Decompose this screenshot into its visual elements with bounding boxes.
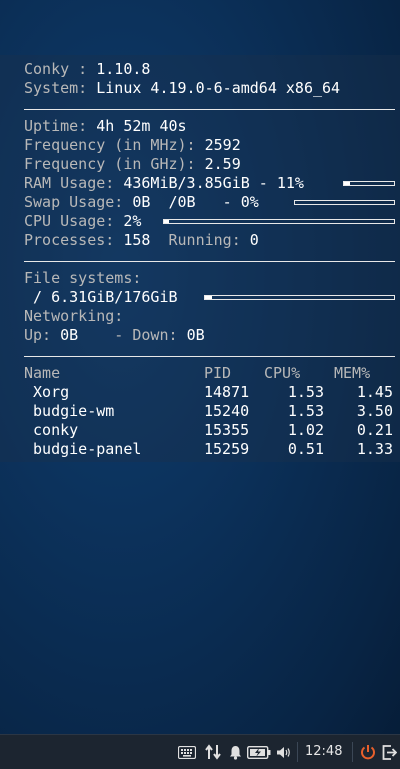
process-cpu: 0.51 xyxy=(287,440,324,458)
system-label: System: xyxy=(24,79,97,97)
process-mem: 1.33 xyxy=(356,440,393,458)
cpu-usage-fill xyxy=(164,220,169,223)
net-updown-line: Up: 0B - Down: 0B xyxy=(24,326,205,345)
processes-line: Processes: 158 Running: 0 xyxy=(24,231,259,250)
panel-separator xyxy=(352,742,353,762)
battery-icon[interactable] xyxy=(246,735,272,769)
fs-usage-bar xyxy=(204,295,395,300)
process-pid: 15355 xyxy=(204,421,250,439)
keyboard-icon[interactable] xyxy=(176,735,198,769)
system-value: Linux 4.19.0-6-amd64 x86_64 xyxy=(96,79,341,97)
processes-label: Processes: xyxy=(24,231,124,249)
ram-value: 436MiB/3.85GiB - 11% xyxy=(123,174,304,192)
process-name: budgie-wm xyxy=(24,402,115,420)
fs-label: File systems: xyxy=(24,269,142,287)
process-mem: 3.50 xyxy=(356,402,393,420)
fs-label-line: File systems: xyxy=(24,269,141,288)
down-value: 0B xyxy=(186,326,205,344)
running-value: 0 xyxy=(249,231,259,249)
cpu-usage-bar xyxy=(163,219,395,224)
process-cpu: 1.53 xyxy=(287,402,324,420)
running-label: Running: xyxy=(150,231,250,249)
swap-value: 0B /0B - 0% xyxy=(132,193,259,211)
col-pid-header: PID xyxy=(204,364,232,382)
budgie-panel: 12:48 xyxy=(0,734,400,769)
freq-mhz-label: Frequency (in MHz): xyxy=(24,136,205,154)
ram-usage-bar xyxy=(343,181,395,186)
freq-ghz-label: Frequency (in GHz): xyxy=(24,155,205,173)
divider xyxy=(24,261,395,262)
process-cpu: 1.02 xyxy=(287,421,324,439)
swap-label: Swap Usage: xyxy=(24,193,133,211)
freq-mhz-line: Frequency (in MHz): 2592 xyxy=(24,136,241,155)
process-mem: 0.21 xyxy=(356,421,393,439)
uptime-line: Uptime: 4h 52m 40s xyxy=(24,117,187,136)
divider xyxy=(24,356,395,357)
ram-label: RAM Usage: xyxy=(24,174,124,192)
version-value: 1.10.8 xyxy=(96,60,151,78)
ram-usage-fill xyxy=(344,182,350,185)
cpu-label: CPU Usage: xyxy=(24,212,124,230)
process-name: conky xyxy=(24,421,79,439)
freq-ghz-value: 2.59 xyxy=(204,155,241,173)
network-transfer-icon[interactable] xyxy=(202,735,224,769)
networking-label: Networking: xyxy=(24,307,124,325)
notification-bell-icon[interactable] xyxy=(226,735,244,769)
col-name-header: Name xyxy=(24,364,61,382)
up-label: Up: xyxy=(24,326,61,344)
freq-ghz-line: Frequency (in GHz): 2.59 xyxy=(24,155,241,174)
process-pid: 15259 xyxy=(204,440,250,458)
fs-root-value: / 6.31GiB/176GiB xyxy=(24,288,178,306)
cpu-line: CPU Usage: 2% xyxy=(24,212,141,231)
ram-line: RAM Usage: 436MiB/3.85GiB - 11% xyxy=(24,174,304,193)
uptime-value: 4h 52m 40s xyxy=(96,117,187,135)
process-pid: 14871 xyxy=(204,383,250,401)
col-mem-header: MEM% xyxy=(334,364,371,382)
panel-separator xyxy=(297,742,298,762)
system-line: System: Linux 4.19.0-6-amd64 x86_64 xyxy=(24,79,340,98)
process-name: budgie-panel xyxy=(24,440,142,458)
divider xyxy=(24,109,395,110)
volume-icon[interactable] xyxy=(274,735,292,769)
cpu-value: 2% xyxy=(123,212,142,230)
processes-value: 158 xyxy=(123,231,151,249)
conky-version-line: Conky : 1.10.8 xyxy=(24,60,150,79)
conky-panel: Conky : 1.10.8 System: Linux 4.19.0-6-am… xyxy=(0,55,400,462)
process-cpu: 1.53 xyxy=(287,383,324,401)
uptime-label: Uptime: xyxy=(24,117,97,135)
version-label: Conky : xyxy=(24,60,97,78)
clock[interactable]: 12:48 xyxy=(305,735,342,769)
swap-line: Swap Usage: 0B /0B - 0% xyxy=(24,193,259,212)
freq-mhz-value: 2592 xyxy=(204,136,241,154)
col-cpu-header: CPU% xyxy=(264,364,301,382)
process-pid: 15240 xyxy=(204,402,250,420)
down-label: - Down: xyxy=(78,326,187,344)
fs-root-line: / 6.31GiB/176GiB xyxy=(24,288,178,307)
up-value: 0B xyxy=(60,326,79,344)
networking-line: Networking: xyxy=(24,307,123,326)
fs-usage-fill xyxy=(205,296,212,299)
process-mem: 1.45 xyxy=(356,383,393,401)
logout-icon[interactable] xyxy=(380,735,398,769)
process-name: Xorg xyxy=(24,383,70,401)
power-icon[interactable] xyxy=(358,735,378,769)
swap-usage-bar xyxy=(294,200,395,205)
